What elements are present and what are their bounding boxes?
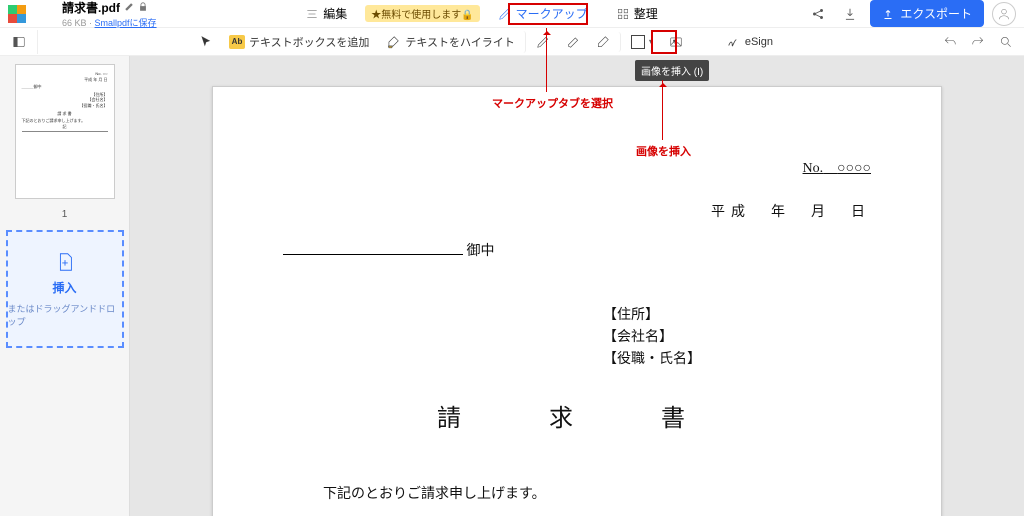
- image-icon: [669, 35, 683, 49]
- share-icon: [811, 7, 825, 21]
- free-badge[interactable]: ★無料で使用します🔒: [365, 5, 479, 22]
- cursor-icon: [199, 35, 213, 49]
- marker-tool[interactable]: [560, 32, 586, 52]
- doc-addressee: 御中: [283, 239, 871, 260]
- file-size: 66 KB: [62, 18, 87, 28]
- file-info: 請求書.pdf 66 KB · Smallpdfに保存: [62, 0, 157, 29]
- esign-tool[interactable]: eSign: [721, 32, 779, 52]
- pointer-tool[interactable]: [193, 32, 219, 52]
- page-number: 1: [62, 209, 68, 220]
- insert-page-dropzone[interactable]: 挿入 またはドラッグアンドドロップ: [6, 230, 124, 348]
- export-button[interactable]: エクスポート: [870, 0, 984, 27]
- redo-button[interactable]: [966, 30, 990, 54]
- main-area: No. ○○ 平成 年 月 日 ＿＿＿御中 【住所】【会社名】【役職・氏名】 請…: [0, 56, 1024, 516]
- share-button[interactable]: [806, 2, 830, 26]
- tooltip-insert-image: 画像を挿入 (I): [635, 60, 709, 81]
- file-name: 請求書.pdf: [62, 0, 120, 16]
- save-to-link[interactable]: Smallpdfに保存: [95, 18, 157, 28]
- thumbnail-sidebar: No. ○○ 平成 年 月 日 ＿＿＿御中 【住所】【会社名】【役職・氏名】 請…: [0, 56, 130, 516]
- user-icon: [997, 7, 1011, 21]
- tab-markup[interactable]: マークアップ: [488, 1, 598, 26]
- page-thumbnail-1[interactable]: No. ○○ 平成 年 月 日 ＿＿＿御中 【住所】【会社名】【役職・氏名】 請…: [15, 64, 115, 199]
- doc-date: 平成 年 月 日: [283, 201, 871, 221]
- signature-icon: [727, 35, 741, 49]
- export-upload-icon: [882, 8, 894, 20]
- add-textbox-tool[interactable]: Ab テキストボックスを追加: [223, 31, 375, 53]
- file-plus-icon: [54, 251, 76, 273]
- pdf-page: No. ○○○○ 平成 年 月 日 御中 【住所】 【会社名】 【役職・氏名】 …: [212, 86, 942, 516]
- highlighter-icon: [566, 35, 580, 49]
- doc-statement: 下記のとおりご請求申し上げます。: [323, 483, 871, 503]
- annotation-label-insert-image: 画像を挿入: [636, 143, 691, 159]
- shape-icon: [631, 35, 645, 49]
- undo-icon: [943, 35, 957, 49]
- page-canvas[interactable]: No. ○○○○ 平成 年 月 日 御中 【住所】 【会社名】 【役職・氏名】 …: [130, 56, 1024, 516]
- account-avatar[interactable]: [992, 2, 1016, 26]
- tab-organize[interactable]: 整理: [606, 1, 668, 26]
- insert-image-tool[interactable]: [663, 32, 689, 52]
- download-icon: [843, 7, 857, 21]
- doc-sender: 【住所】 【会社名】 【役職・氏名】: [603, 304, 871, 368]
- markup-toolbar: Ab テキストボックスを追加 テキストをハイライト ▾ eSign: [0, 28, 1024, 56]
- pen-icon: [536, 35, 550, 49]
- highlight-icon: [385, 35, 401, 49]
- doc-number: No. ○○○○: [283, 157, 871, 177]
- annotation-label-markup: マークアップタブを選択: [492, 95, 613, 111]
- search-icon: [999, 35, 1013, 49]
- markup-pen-icon: [498, 7, 512, 21]
- menu-button[interactable]: [32, 2, 56, 26]
- app-header: 請求書.pdf 66 KB · Smallpdfに保存 編集 ★無料で使用します…: [0, 0, 1024, 28]
- edit-icon: [305, 7, 319, 21]
- eraser-tool[interactable]: [590, 32, 621, 52]
- app-logo: [8, 5, 26, 23]
- shape-tool[interactable]: ▾: [625, 32, 659, 52]
- organize-icon: [616, 7, 630, 21]
- eraser-icon: [596, 35, 610, 49]
- doc-title: 請 求 書: [283, 398, 871, 433]
- tab-edit[interactable]: 編集: [295, 1, 357, 26]
- toggle-sidebar-button[interactable]: [7, 30, 31, 54]
- annotation-arrow-insert-image: [662, 80, 663, 140]
- search-button[interactable]: [994, 30, 1018, 54]
- edit-filename-icon[interactable]: [124, 2, 134, 12]
- sidebar-icon: [12, 35, 26, 49]
- annotation-arrow-markup: [546, 28, 547, 92]
- lock-icon: [138, 2, 148, 12]
- undo-button[interactable]: [938, 30, 962, 54]
- textbox-icon: Ab: [229, 35, 245, 49]
- download-button[interactable]: [838, 2, 862, 26]
- highlight-tool[interactable]: テキストをハイライト: [379, 31, 525, 53]
- redo-icon: [971, 35, 985, 49]
